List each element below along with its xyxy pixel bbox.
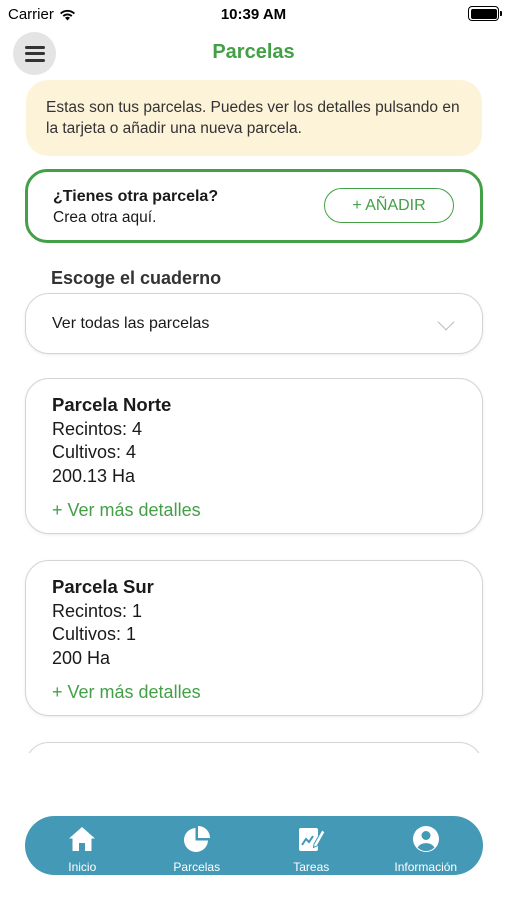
add-parcel-card: ¿Tienes otra parcela? Crea otra aquí. + … xyxy=(25,169,483,243)
tab-label: Información xyxy=(394,860,458,874)
parcel-card[interactable]: Parcela Norte Recintos: 4 Cultivos: 4 20… xyxy=(25,378,483,534)
chevron-down-icon xyxy=(437,313,455,331)
home-icon xyxy=(69,827,96,851)
parcel-recintos: Recintos: 4 xyxy=(52,419,143,439)
pie-chart-icon xyxy=(183,826,210,852)
tab-inicio[interactable]: Inicio xyxy=(25,816,140,875)
clock: 10:39 AM xyxy=(220,6,287,23)
page-title: Parcelas xyxy=(212,41,295,63)
add-parcel-subtitle: Crea otra aquí. xyxy=(53,209,157,226)
tab-label: Inicio xyxy=(68,860,97,874)
battery-icon xyxy=(468,6,502,21)
add-parcel-button[interactable]: + AÑADIR xyxy=(324,188,454,223)
parcel-card[interactable]: Parcela Sur Recintos: 1 Cultivos: 1 200 … xyxy=(25,560,483,716)
task-edit-icon xyxy=(299,828,326,851)
bottom-tab-bar: Inicio Parcelas Tareas Información xyxy=(25,816,483,875)
info-banner: Estas son tus parcelas. Puedes ver los d… xyxy=(26,80,482,156)
tab-label: Parcelas xyxy=(173,860,221,874)
tab-label: Tareas xyxy=(293,860,330,874)
add-parcel-question: ¿Tienes otra parcela? xyxy=(53,188,219,205)
parcel-recintos: Recintos: 1 xyxy=(52,601,143,621)
parcel-area: 200 Ha xyxy=(52,648,111,668)
parcel-cultivos: Cultivos: 4 xyxy=(52,442,137,462)
parcel-name: Parcela Sur xyxy=(52,576,154,597)
parcel-details-link[interactable]: + Ver más detalles xyxy=(52,682,201,703)
status-bar: Carrier 10:39 AM xyxy=(0,0,507,30)
parcel-card-partial[interactable] xyxy=(25,742,483,753)
tab-parcelas[interactable]: Parcelas xyxy=(140,816,255,875)
info-banner-text: Estas son tus parcelas. Puedes ver los d… xyxy=(46,99,460,137)
parcel-details-link[interactable]: + Ver más detalles xyxy=(52,500,201,521)
tab-tareas[interactable]: Tareas xyxy=(254,816,369,875)
parcel-cultivos: Cultivos: 1 xyxy=(52,624,137,644)
tab-informacion[interactable]: Información xyxy=(369,816,484,875)
notebook-select[interactable]: Ver todas las parcelas xyxy=(25,293,483,354)
parcel-name: Parcela Norte xyxy=(52,394,172,415)
notebook-selected-value: Ver todas las parcelas xyxy=(52,315,210,332)
notebook-label: Escoge el cuaderno xyxy=(51,268,222,288)
user-circle-icon xyxy=(412,826,439,852)
parcel-area: 200.13 Ha xyxy=(52,466,136,486)
parcel-list[interactable]: Parcela Norte Recintos: 4 Cultivos: 4 20… xyxy=(0,378,507,753)
